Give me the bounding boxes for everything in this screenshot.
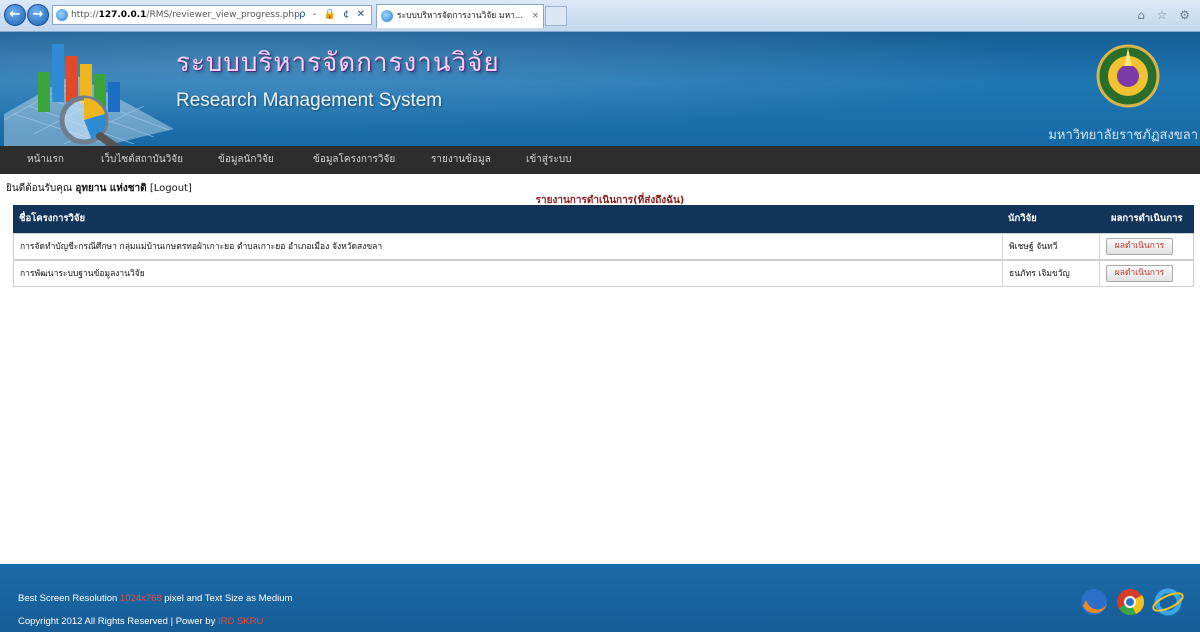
researcher-name: ธนภัทร เจิมขวัญ [1009,269,1070,279]
tab-title: ระบบบริหารจัดการงานวิจัย มหา... [397,11,524,21]
site-title-thai: ระบบบริหารจัดการงานวิจัย [176,48,500,78]
ie-icon [56,9,68,21]
url-prefix: http:// [71,10,99,20]
nav-item-projects[interactable]: ข้อมูลโครงการวิจัย [313,146,395,174]
seal-icon [1096,44,1160,108]
chrome-icon [1117,589,1145,616]
column-project: ชื่อโครงการวิจัย [19,213,86,224]
site-header: ระบบบริหารจัดการงานวิจัย Research Manage… [0,32,1200,146]
nav-item-researchers[interactable]: ข้อมูลนักวิจัย [218,146,274,174]
back-button[interactable]: ← [4,4,26,26]
nav-item-login[interactable]: เข้าสู่ระบบ [526,146,571,174]
project-name: การพัฒนาระบบฐานข้อมูลงานวิจัย [20,269,145,279]
site-title-english: Research Management System [176,90,443,111]
url-path: /RMS/reviewer_view_progress.php [146,10,300,20]
ie8-icon [1152,588,1184,616]
new-tab-button[interactable] [545,6,567,26]
ie-icon [381,10,393,22]
column-result: ผลการดำเนินการ [1111,213,1183,224]
research-logo-icon [4,44,174,146]
browser-tools[interactable]: ⌂ ☆ ⚙ [1137,8,1194,22]
view-progress-button[interactable]: ผลดำเนินการ [1106,265,1173,282]
view-progress-button[interactable]: ผลดำเนินการ [1106,238,1173,255]
table-header: ชื่อโครงการวิจัย นักวิจัย ผลการดำเนินการ [13,205,1194,233]
main-nav: หน้าแรก เว็บไซต์สถาบันวิจัย ข้อมูลนักวิจ… [0,146,1200,174]
back-icon: ← [9,7,21,22]
university-name: มหาวิทยาลัยราชภัฏสงขลา [1048,128,1198,143]
address-bar[interactable]: http://127.0.0.1/RMS/reviewer_view_progr… [52,5,372,25]
forward-icon: → [32,7,44,22]
browser-tab[interactable]: ระบบบริหารจัดการงานวิจัย มหา... × [376,4,544,28]
url-host: 127.0.0.1 [98,10,147,20]
forward-button[interactable]: → [27,4,49,26]
site-footer: Best Screen Resolution 1024x768 pixel an… [0,564,1200,632]
browser-toolbar: ← → http://127.0.0.1/RMS/reviewer_view_p… [0,0,1200,32]
researcher-name: พิเชษฐ์ จันทวี [1009,242,1058,252]
address-tools[interactable]: ρ - 🔒 ¢ ✕ [299,6,367,24]
project-name: การจัดทำบัญชีะกรณีศึกษา กลุ่มแม่บ้านเกษต… [20,242,383,252]
nav-item-home[interactable]: หน้าแรก [27,146,64,174]
table-row: การจัดทำบัญชีะกรณีศึกษา กลุ่มแม่บ้านเกษต… [13,233,1194,260]
nav-item-reports[interactable]: รายงานข้อมูล [431,146,491,174]
footer-copyright: Copyright 2012 All Rights Reserved | Pow… [18,616,264,627]
footer-resolution-note: Best Screen Resolution 1024x768 pixel an… [18,593,293,604]
nav-item-institute-site[interactable]: เว็บไซต์สถาบันวิจัย [101,146,183,174]
table-row: การพัฒนาระบบฐานข้อมูลงานวิจัย ธนภัทร เจิ… [13,260,1194,287]
column-researcher: นักวิจัย [1008,213,1037,224]
supported-browsers [1081,588,1184,616]
tab-close-icon[interactable]: × [532,5,539,27]
firefox-icon [1081,589,1107,615]
